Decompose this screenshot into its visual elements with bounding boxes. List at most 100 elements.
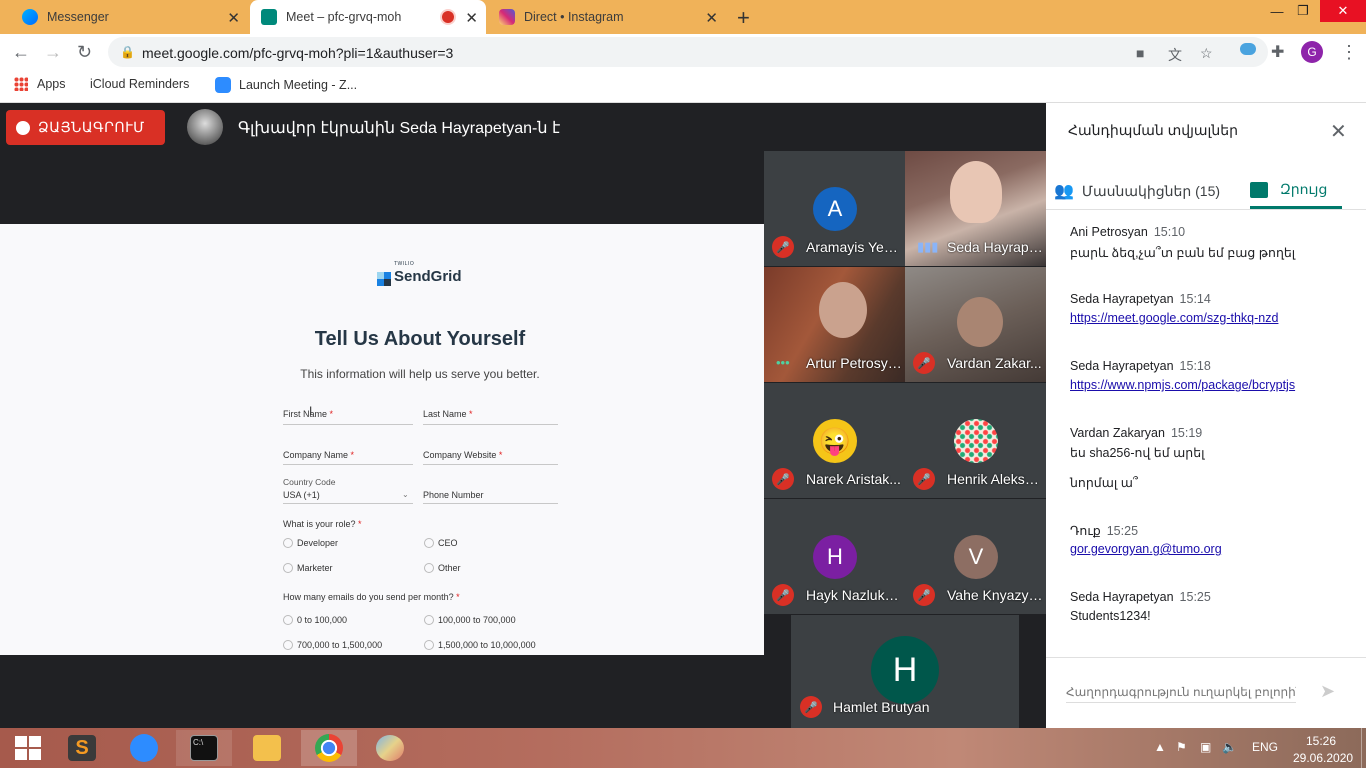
role-radio-developer[interactable] — [283, 538, 293, 548]
participant-name: Narek Aristak... — [806, 471, 901, 487]
profile-avatar[interactable]: G — [1301, 41, 1323, 63]
emails-radio[interactable] — [424, 640, 434, 650]
clock-time[interactable]: 15:26 — [1306, 734, 1336, 748]
speaking-indicator-icon: ••• — [776, 355, 790, 370]
company-name-field[interactable]: Company Name * — [283, 450, 413, 460]
taskbar-chrome[interactable] — [301, 730, 357, 766]
tab-meet[interactable]: Meet – pfc-grvq-moh ✕ — [250, 0, 486, 34]
recording-label: ՁԱՅՆԱԳՐՈՒՄ — [38, 119, 145, 135]
country-code-select[interactable]: USA (+1) — [283, 490, 320, 500]
role-radio-ceo[interactable] — [424, 538, 434, 548]
message-sender: Seda Hayrapetyan 15:14 — [1070, 292, 1211, 306]
participant-tile[interactable]: 🎤 Vardan Zakar... — [905, 267, 1046, 382]
emails-question: How many emails do you send per month? * — [283, 592, 460, 602]
reload-icon[interactable]: ↻ — [77, 42, 92, 63]
country-code-underline — [283, 503, 413, 504]
language-indicator[interactable]: ENG — [1252, 740, 1278, 754]
tab-messenger[interactable]: Messenger ✕ — [0, 0, 248, 34]
tab-participants[interactable]: 👥 Մասնակիցներ (15) — [1050, 173, 1246, 209]
phone-number-field[interactable]: Phone Number — [423, 490, 484, 500]
windows-taskbar: S C:\ ▲ ⚑ ▣ 🔈 ENG 15:26 29.06.2020 — [0, 728, 1366, 768]
tray-chevron-icon[interactable]: ▲ — [1154, 740, 1166, 754]
recording-button[interactable]: ՁԱՅՆԱԳՐՈՒՄ — [6, 110, 165, 145]
instagram-icon — [499, 9, 515, 25]
role-radio-other[interactable] — [424, 563, 434, 573]
new-tab-button[interactable]: + — [737, 5, 750, 31]
taskbar-paint[interactable] — [362, 730, 418, 766]
chrome-icon — [315, 734, 343, 762]
participant-tile[interactable]: ••• Artur Petrosyan — [764, 267, 905, 382]
close-tab-icon[interactable]: ✕ — [465, 9, 478, 27]
emails-radio[interactable] — [283, 615, 293, 625]
message-sender: Seda Hayrapetyan 15:18 — [1070, 359, 1211, 373]
url-text[interactable]: meet.google.com/pfc-grvq-moh?pli=1&authu… — [142, 45, 453, 61]
volume-icon[interactable]: 🔈 — [1222, 740, 1237, 754]
message-link[interactable]: https://www.npmjs.com/package/bcryptjs — [1070, 378, 1295, 392]
message-link[interactable]: https://meet.google.com/szg-thkq-nzd — [1070, 311, 1278, 325]
translate-icon[interactable]: 文 — [1168, 45, 1182, 65]
participant-tile[interactable]: A 🎤 Aramayis Yeg... — [764, 151, 905, 266]
emails-radio[interactable] — [424, 615, 434, 625]
lock-icon[interactable]: 🔒 — [120, 45, 135, 59]
taskbar-terminal[interactable]: C:\ — [176, 730, 232, 766]
message-link[interactable]: gor.gevorgyan.g@tumo.org — [1070, 542, 1222, 556]
role-radio-marketer[interactable] — [283, 563, 293, 573]
send-icon[interactable]: ➤ — [1320, 681, 1335, 702]
mic-off-icon: 🎤 — [800, 696, 822, 718]
first-name-field[interactable]: First Name * — [283, 409, 413, 419]
bookmark-zoom[interactable]: Launch Meeting - Z... — [215, 77, 357, 93]
browser-toolbar: ← → ↻ 🔒 meet.google.com/pfc-grvq-moh?pli… — [0, 34, 1366, 70]
folder-icon — [253, 735, 281, 761]
cloud-extension-icon[interactable] — [1240, 43, 1256, 55]
tab-strip: Messenger ✕ Meet – pfc-grvq-moh ✕ Direct… — [0, 0, 1366, 34]
start-button[interactable] — [0, 730, 56, 766]
role-option: Other — [438, 563, 461, 573]
company-website-field[interactable]: Company Website * — [423, 450, 558, 460]
message-text: Students1234! — [1070, 609, 1151, 623]
emails-radio[interactable] — [283, 640, 293, 650]
taskbar-sublime[interactable]: S — [54, 730, 110, 766]
bookmark-apps[interactable]: Apps — [14, 77, 66, 91]
last-name-field[interactable]: Last Name * — [423, 409, 558, 419]
flag-icon[interactable]: ⚑ — [1176, 740, 1187, 754]
message-text: ես sha256-ով եմ արել — [1070, 446, 1205, 460]
participant-tile[interactable]: 😜 🎤 Narek Aristak... — [764, 383, 905, 498]
taskbar-zoom[interactable] — [116, 730, 172, 766]
back-icon[interactable]: ← — [12, 42, 30, 63]
participant-tile[interactable]: H 🎤 Hayk Nazlukh... — [764, 499, 905, 614]
participant-tile[interactable]: ▮▮▮ Seda Hayrape... — [905, 151, 1046, 266]
role-option: Marketer — [297, 563, 333, 573]
address-bar[interactable]: 🔒 meet.google.com/pfc-grvq-moh?pli=1&aut… — [108, 37, 1268, 67]
show-desktop-button[interactable] — [1361, 728, 1366, 768]
mic-off-icon: 🎤 — [772, 584, 794, 606]
bookmark-star-icon[interactable]: ☆ — [1200, 45, 1213, 62]
tab-chat[interactable]: Զրույց — [1250, 173, 1342, 209]
close-panel-icon[interactable]: ✕ — [1330, 119, 1347, 144]
mic-off-icon: 🎤 — [913, 468, 935, 490]
video-feed — [819, 282, 867, 338]
participant-tile[interactable]: H 🎤 Hamlet Brutyan — [791, 615, 1019, 728]
menu-icon[interactable]: ⋮ — [1340, 42, 1358, 63]
phone-number-underline — [423, 503, 558, 504]
taskbar-explorer[interactable] — [239, 730, 295, 766]
forward-icon[interactable]: → — [44, 42, 62, 63]
participant-tile[interactable]: V 🎤 Vahe Knyazyan — [905, 499, 1046, 614]
tab-instagram[interactable]: Direct • Instagram ✕ — [488, 0, 726, 34]
mic-off-icon: 🎤 — [913, 584, 935, 606]
form-subtitle: This information will help us serve you … — [300, 367, 540, 381]
close-tab-icon[interactable]: ✕ — [227, 9, 240, 27]
extensions-icon[interactable]: ✚ — [1271, 42, 1284, 62]
close-window-button[interactable]: ✕ — [1320, 0, 1366, 22]
meet-icon — [261, 9, 277, 25]
recording-indicator-icon — [442, 11, 454, 23]
close-tab-icon[interactable]: ✕ — [705, 9, 718, 27]
chat-input[interactable] — [1066, 681, 1296, 703]
clock-date[interactable]: 29.06.2020 — [1293, 751, 1353, 765]
bookmark-icloud[interactable]: iCloud Reminders — [82, 77, 189, 91]
participant-tile[interactable]: 🎤 Henrik Aleksa... — [905, 383, 1046, 498]
network-icon[interactable]: ▣ — [1200, 740, 1211, 754]
shared-screen: TWILIO SendGrid Tell Us About Yourself T… — [0, 224, 764, 655]
camera-icon[interactable]: ■ — [1136, 45, 1144, 61]
message-text: նորմալ ա՞ — [1070, 476, 1138, 490]
role-option: CEO — [438, 538, 458, 548]
